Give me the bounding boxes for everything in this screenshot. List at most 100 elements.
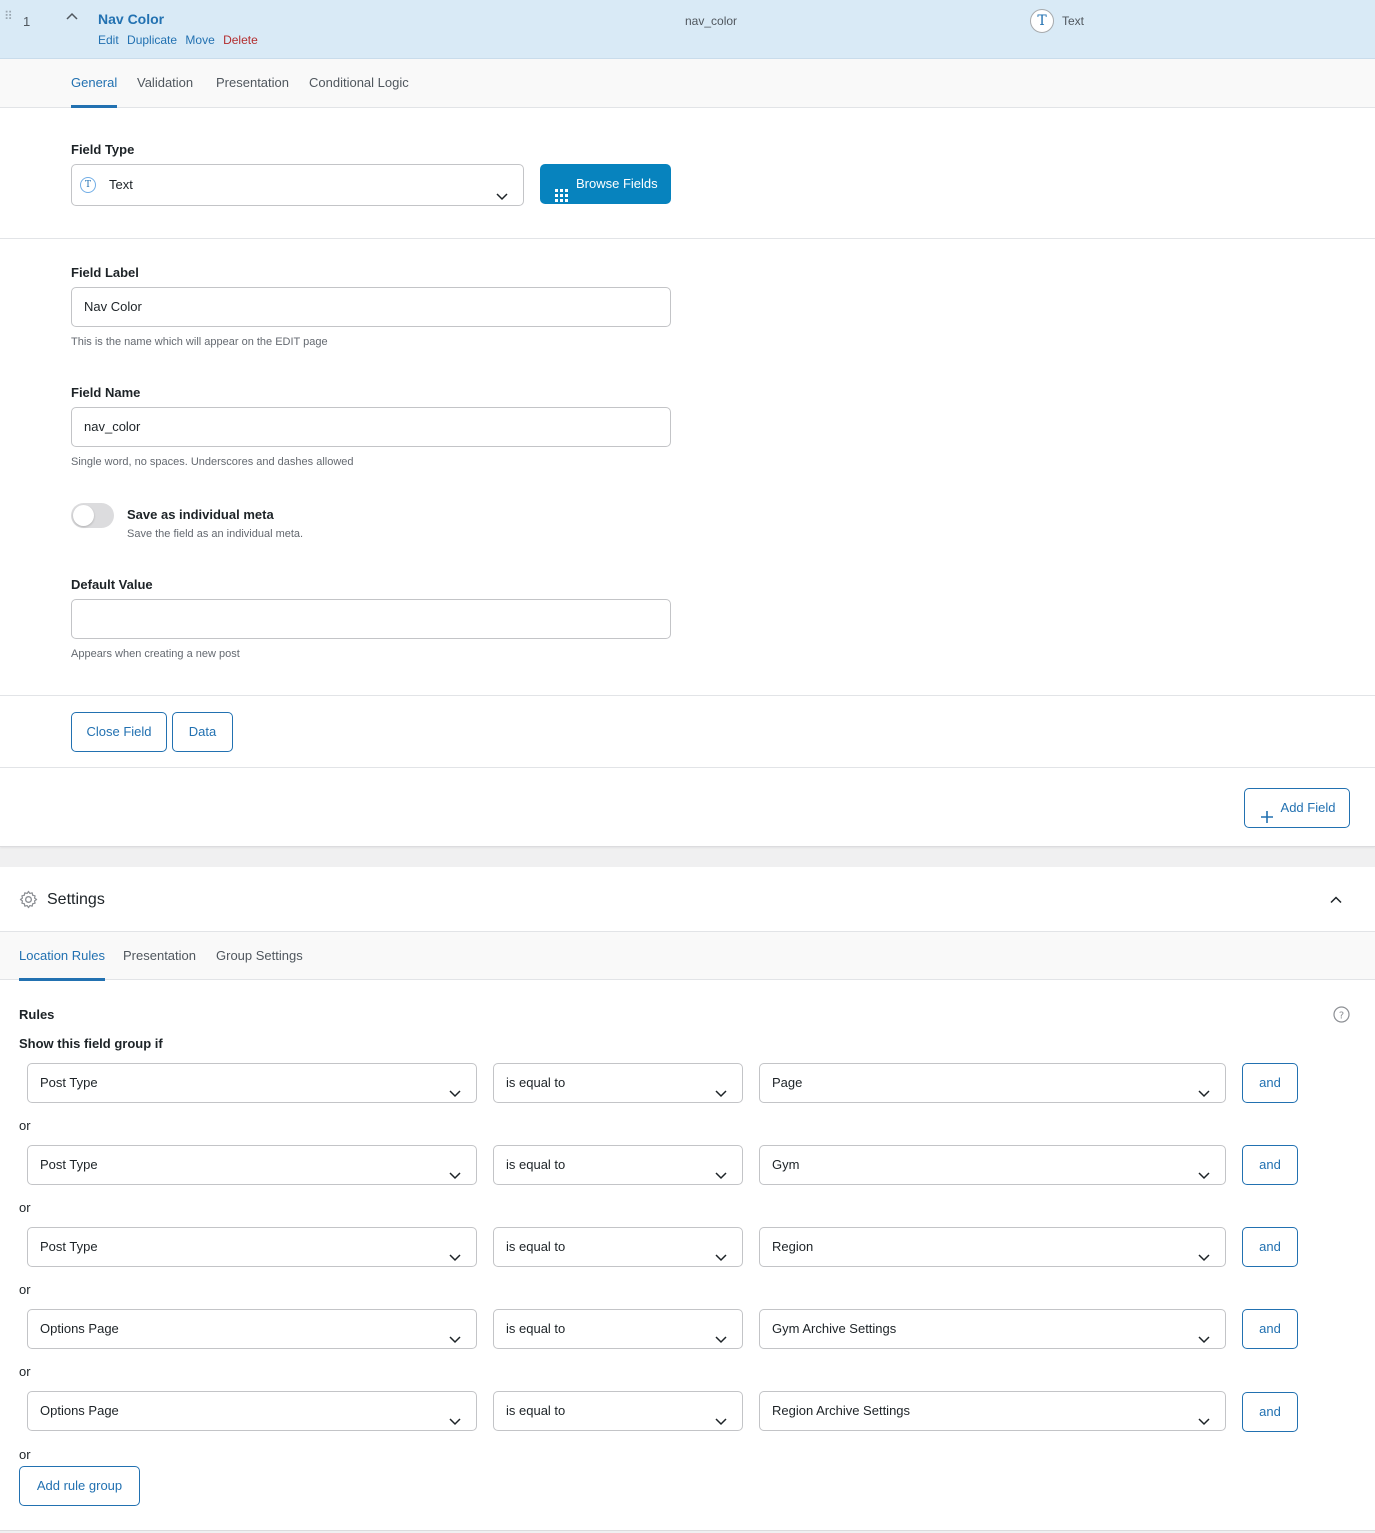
rule-value-select[interactable]: Region Archive Settings — [759, 1391, 1226, 1431]
tab-validation[interactable]: Validation — [137, 59, 193, 108]
rule-value-value: Gym Archive Settings — [772, 1321, 897, 1336]
rule-operator-value: is equal to — [506, 1403, 566, 1418]
or-label: or — [19, 1447, 31, 1462]
chevron-down-icon — [1197, 1159, 1211, 1197]
chevron-down-icon — [1197, 1241, 1211, 1279]
field-type-select[interactable]: T Text — [71, 164, 524, 206]
chevron-down-icon — [714, 1241, 728, 1279]
field-label-input[interactable]: Nav Color — [71, 287, 671, 327]
save-meta-description: Save the field as an individual meta. — [127, 528, 304, 540]
chevron-up-icon[interactable] — [1329, 893, 1343, 910]
rule-param-select[interactable]: Options Page — [27, 1309, 477, 1349]
or-label: or — [19, 1200, 31, 1215]
and-button[interactable]: and — [1242, 1392, 1298, 1432]
help-icon[interactable]: ? — [1333, 1006, 1350, 1026]
rule-param-value: Post Type — [40, 1239, 98, 1254]
rule-param-select[interactable]: Post Type — [27, 1145, 477, 1185]
show-if-label: Show this field group if — [19, 1036, 163, 1051]
drag-handle-icon[interactable]: ⠿ — [4, 10, 13, 22]
field-name-description: Single word, no spaces. Underscores and … — [71, 456, 354, 468]
grid-icon — [555, 178, 568, 218]
chevron-down-icon — [495, 179, 509, 219]
gear-icon — [19, 890, 38, 912]
rule-operator-value: is equal to — [506, 1075, 566, 1090]
rule-param-select[interactable]: Post Type — [27, 1227, 477, 1267]
data-button[interactable]: Data — [172, 712, 233, 752]
rule-operator-select[interactable]: is equal to — [493, 1309, 743, 1349]
rule-param-value: Post Type — [40, 1157, 98, 1172]
delete-link[interactable]: Delete — [223, 33, 258, 47]
rule-param-value: Post Type — [40, 1075, 98, 1090]
svg-text:?: ? — [1339, 1010, 1344, 1021]
tab-general[interactable]: General — [71, 59, 118, 108]
field-tabs: General Validation Presentation Conditio… — [0, 59, 1375, 108]
rule-param-value: Options Page — [40, 1403, 119, 1418]
chevron-down-icon — [1197, 1405, 1211, 1443]
field-label-label: Field Label — [71, 265, 139, 280]
text-type-icon: T — [1030, 9, 1054, 33]
browse-fields-button[interactable]: Browse Fields — [540, 164, 671, 204]
text-type-icon: T — [80, 177, 96, 193]
rules-label: Rules — [19, 1007, 55, 1022]
rule-value-select[interactable]: Region — [759, 1227, 1226, 1267]
add-rule-group-button[interactable]: Add rule group — [19, 1466, 140, 1506]
chevron-down-icon — [714, 1159, 728, 1197]
settings-title: Settings — [47, 891, 105, 908]
chevron-up-icon[interactable] — [65, 10, 79, 27]
rule-operator-value: is equal to — [506, 1321, 566, 1336]
settings-card: Settings Location Rules Presentation Gro… — [0, 867, 1375, 1531]
or-label: or — [19, 1282, 31, 1297]
move-link[interactable]: Move — [185, 33, 214, 47]
field-title-link[interactable]: Nav Color — [98, 11, 164, 27]
settings-tabs: Location Rules Presentation Group Settin… — [0, 931, 1375, 981]
and-button[interactable]: and — [1242, 1309, 1298, 1349]
field-name-input[interactable]: nav_color — [71, 407, 671, 447]
field-card: ⠿ 1 Nav Color Edit Duplicate Move Delete… — [0, 0, 1375, 847]
divider — [0, 238, 1375, 239]
chevron-down-icon — [714, 1405, 728, 1443]
or-label: or — [19, 1118, 31, 1133]
row-actions: Edit Duplicate Move Delete — [98, 33, 263, 47]
tab-presentation[interactable]: Presentation — [216, 59, 289, 108]
rule-param-select[interactable]: Options Page — [27, 1391, 477, 1431]
chevron-down-icon — [448, 1159, 462, 1197]
rule-operator-select[interactable]: is equal to — [493, 1063, 743, 1103]
duplicate-link[interactable]: Duplicate — [127, 33, 177, 47]
and-button[interactable]: and — [1242, 1063, 1298, 1103]
default-value-description: Appears when creating a new post — [71, 648, 240, 660]
rule-operator-select[interactable]: is equal to — [493, 1145, 743, 1185]
chevron-down-icon — [1197, 1077, 1211, 1115]
save-meta-toggle[interactable] — [71, 503, 114, 528]
tab-presentation[interactable]: Presentation — [123, 932, 196, 981]
and-button[interactable]: and — [1242, 1227, 1298, 1267]
field-type-value: Text — [109, 177, 133, 192]
rule-value-value: Page — [772, 1075, 803, 1090]
rule-operator-select[interactable]: is equal to — [493, 1227, 743, 1267]
chevron-down-icon — [448, 1405, 462, 1443]
tab-conditional-logic[interactable]: Conditional Logic — [309, 59, 409, 108]
rule-value-value: Region Archive Settings — [772, 1403, 911, 1418]
tab-group-settings[interactable]: Group Settings — [216, 932, 303, 981]
rule-value-select[interactable]: Page — [759, 1063, 1226, 1103]
rule-param-value: Options Page — [40, 1321, 119, 1336]
save-meta-label: Save as individual meta — [127, 507, 274, 522]
default-value-input[interactable] — [71, 599, 671, 639]
toggle-knob — [73, 505, 94, 526]
divider — [0, 695, 1375, 696]
rule-operator-select[interactable]: is equal to — [493, 1391, 743, 1431]
rule-operator-value: is equal to — [506, 1157, 566, 1172]
chevron-down-icon — [1197, 1323, 1211, 1361]
field-key: nav_color — [685, 14, 738, 28]
edit-link[interactable]: Edit — [98, 33, 119, 47]
field-row[interactable]: ⠿ 1 Nav Color Edit Duplicate Move Delete… — [0, 0, 1375, 59]
chevron-down-icon — [714, 1077, 728, 1115]
add-field-button[interactable]: Add Field — [1244, 788, 1350, 828]
rule-value-select[interactable]: Gym — [759, 1145, 1226, 1185]
default-value-label: Default Value — [71, 577, 153, 592]
close-field-button[interactable]: Close Field — [71, 712, 167, 752]
rule-value-select[interactable]: Gym Archive Settings — [759, 1309, 1226, 1349]
tab-location-rules[interactable]: Location Rules — [19, 932, 105, 981]
and-button[interactable]: and — [1242, 1145, 1298, 1185]
field-name-label: Field Name — [71, 385, 141, 400]
rule-param-select[interactable]: Post Type — [27, 1063, 477, 1103]
